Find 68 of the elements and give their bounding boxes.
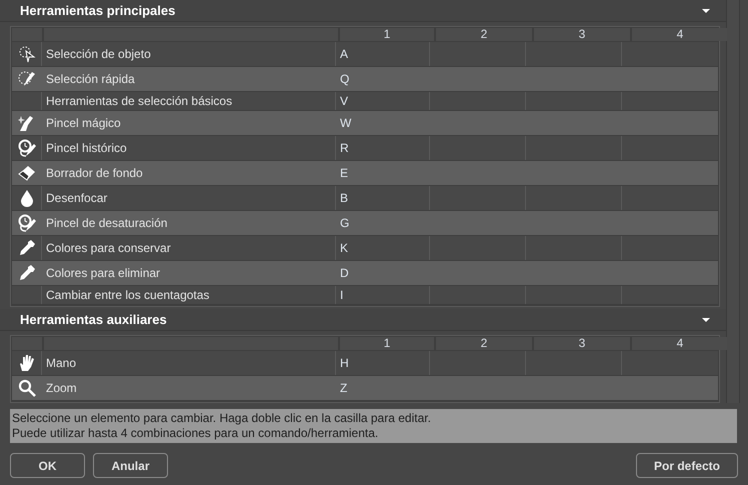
info-text: Seleccione un elemento para cambiar. Haga doble clic en la casilla para editar. [12, 411, 432, 426]
shortcut-row[interactable]: Herramientas de selección básicos V [12, 92, 718, 111]
tool-name: Colores para conservar [46, 240, 171, 257]
search-icon [18, 379, 36, 397]
eraser-icon [18, 164, 36, 182]
shortcut-row[interactable]: Colores para eliminar D [12, 261, 718, 286]
shortcut-key: R [340, 139, 349, 157]
shortcut-key: G [340, 214, 350, 232]
shortcut-row[interactable]: Cambiar entre los cuentagotas I [12, 286, 718, 305]
tool-name: Mano [46, 355, 76, 372]
collapse-caret-icon[interactable] [702, 318, 710, 322]
shortcut-key: K [340, 239, 348, 257]
brush-icon [18, 139, 36, 157]
tool-name: Pincel de desaturación [46, 215, 168, 232]
column-header: 4 [632, 28, 728, 41]
shortcut-key: B [340, 189, 348, 207]
shortcut-key: V [340, 92, 348, 110]
shortcut-row[interactable]: Desenfocar B [12, 186, 718, 211]
tool-name: Desenfocar [46, 190, 108, 207]
header-cell [12, 28, 42, 41]
section-title: Herramientas auxiliares [20, 310, 167, 329]
tool-name: Pincel mágico [46, 115, 121, 132]
brush-icon [18, 114, 36, 132]
shortcut-key: W [340, 114, 352, 132]
tool-name: Colores para eliminar [46, 265, 160, 282]
default-button[interactable]: Por defecto [636, 453, 738, 478]
brush-icon [18, 70, 36, 88]
shortcut-row[interactable]: Pincel mágico W [12, 111, 718, 136]
header-cell [12, 337, 42, 350]
tool-name: Cambiar entre los cuentagotas [46, 287, 210, 304]
shortcut-key: H [340, 354, 349, 372]
tool-name: Pincel histórico [46, 140, 127, 157]
shortcut-key: E [340, 164, 348, 182]
shortcut-row[interactable]: Pincel histórico R [12, 136, 718, 161]
shortcut-key: A [340, 45, 348, 63]
column-header: 1 [340, 28, 434, 41]
dialog-button[interactable]: Anular [93, 453, 168, 478]
shortcut-row[interactable]: Selección de objeto A [12, 42, 718, 67]
column-header: 3 [534, 337, 630, 350]
tool-name: Selección de objeto [46, 46, 151, 63]
tool-name: Herramientas de selección básicos [46, 93, 232, 110]
brush-icon [18, 214, 36, 232]
shortcut-key: D [340, 264, 349, 282]
shortcut-row[interactable]: Colores para conservar K [12, 236, 718, 261]
column-header: 1 [340, 337, 434, 350]
shortcut-row[interactable]: Pincel de desaturación G [12, 211, 718, 236]
shortcut-row[interactable]: Zoom Z [12, 376, 718, 401]
tool-name: Zoom [46, 380, 77, 397]
eyedropper-icon [18, 239, 36, 257]
section-title: Herramientas principales [20, 2, 176, 20]
shortcut-key: Q [340, 70, 350, 88]
shortcut-key: Z [340, 379, 348, 397]
collapse-caret-icon[interactable] [702, 8, 710, 12]
shortcut-row[interactable]: Selección rápida Q [12, 67, 718, 92]
column-header: 3 [534, 28, 630, 41]
column-header: 2 [436, 337, 532, 350]
tool-name: Selección rápida [46, 71, 135, 88]
info-text: Puede utilizar hasta 4 combinaciones para un comando/herramienta. [12, 426, 380, 441]
hand-icon [18, 354, 36, 372]
column-header: 4 [632, 337, 728, 350]
shortcut-row[interactable]: Borrador de fondo E [12, 161, 718, 186]
tool-name: Borrador de fondo [46, 165, 143, 182]
eyedropper-icon [18, 264, 36, 282]
shortcut-row[interactable]: Mano H [12, 351, 718, 376]
dialog-button[interactable]: OK [10, 453, 85, 478]
shortcut-key: I [340, 286, 344, 304]
lasso-icon [18, 45, 36, 63]
column-header: 2 [436, 28, 532, 41]
